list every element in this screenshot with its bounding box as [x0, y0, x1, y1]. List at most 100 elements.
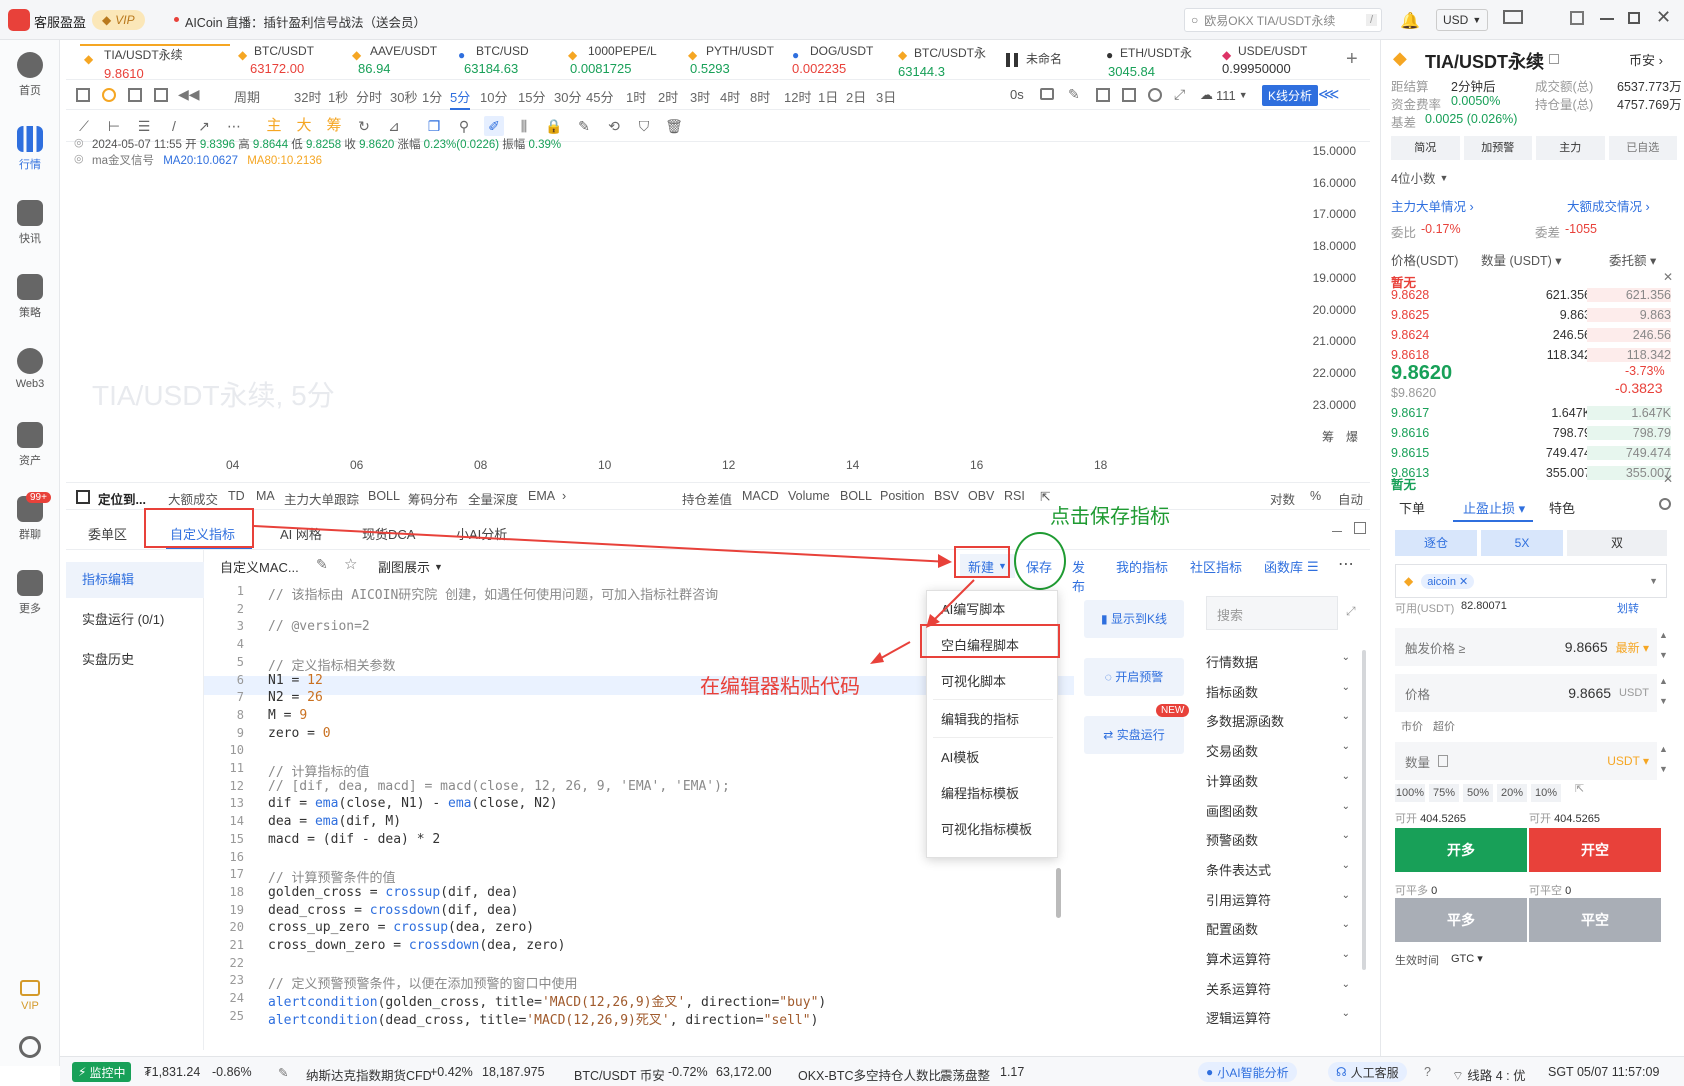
code-line[interactable]: // 计算指标的值 [268, 761, 369, 780]
tab-favorited[interactable]: 已自选 [1608, 136, 1677, 160]
draw-tool-big[interactable]: 大 [294, 116, 314, 136]
window-icon[interactable] [1096, 88, 1110, 102]
kline-chart[interactable]: ◎ 2024-05-07 11:55 开 9.8396 高 9.8644 低 9… [66, 137, 1370, 482]
tab-add-alert[interactable]: 加预警 [1463, 136, 1532, 160]
code-line[interactable]: macd = (dif - dea) * 2 [268, 832, 440, 847]
bid-price[interactable]: 9.8615 [1391, 446, 1429, 460]
customer-service-button[interactable]: ☊ 人工客服 [1328, 1062, 1407, 1082]
star-icon[interactable]: ☆ [344, 555, 357, 573]
edit-list-icon[interactable]: ✎ [574, 116, 594, 136]
layout-icon[interactable] [1570, 11, 1584, 25]
minimize-icon[interactable] [1600, 18, 1614, 20]
live-broadcast-link[interactable]: AICoin 直播：插针盈利信号战法（送会员） [185, 12, 426, 31]
dd-visual-template[interactable]: 可视化指标模板 [941, 819, 1032, 838]
pair-tab[interactable]: PYTH/USDT 0.5293 ◆ [676, 44, 776, 78]
timeframe-option[interactable]: 1秒 [328, 87, 348, 106]
app-name[interactable]: 客服盈盈 [34, 12, 86, 31]
ind-ema[interactable]: EMA [528, 489, 555, 503]
chart-type-icon[interactable] [76, 88, 90, 102]
locate-to[interactable]: 定位到... [98, 489, 146, 508]
code-line[interactable]: // 定义预警预警条件，以便在添加预警的窗口中使用 [268, 973, 577, 992]
ask-price[interactable]: 9.8628 [1391, 288, 1429, 302]
function-category[interactable]: 算术运算符 ⌄ [1206, 949, 1356, 968]
rename-icon[interactable]: ✎ [316, 556, 328, 573]
link-icon[interactable]: ⚲ [454, 116, 474, 136]
ind-main-order[interactable]: 主力大单跟踪 [284, 489, 359, 508]
function-category[interactable]: 多数据源函数 ⌄ [1206, 711, 1356, 730]
pair-tab[interactable]: BTC/USDT永 63144.3 ◆ [890, 44, 990, 79]
community-indicators-button[interactable]: 社区指标 [1190, 557, 1242, 576]
code-line[interactable]: M = 9 [268, 708, 307, 723]
sidebar-item-more[interactable]: 更多 [0, 570, 60, 616]
dd-ai-template[interactable]: AI模板 [941, 747, 979, 766]
open-long-button[interactable]: 开多 [1395, 828, 1527, 872]
bid-price[interactable]: 9.8617 [1391, 406, 1429, 420]
stepper-icon[interactable]: ▲ ▼ [1659, 676, 1668, 706]
code-line[interactable]: // @version=2 [268, 619, 370, 634]
draw-tool-chips[interactable]: 筹 [324, 116, 344, 136]
timeframe-option[interactable]: 45分 [586, 87, 613, 106]
calendar-icon[interactable] [76, 490, 90, 504]
dd-ai-script[interactable]: AI编写脚本 [941, 599, 1005, 618]
percent-button[interactable]: 50% [1463, 784, 1493, 802]
function-scrollbar[interactable] [1362, 650, 1366, 970]
limit-price-field[interactable]: 价格 9.8665 USDT [1395, 674, 1657, 712]
nasdaq-name[interactable]: 纳斯达克指数期货CFD [306, 1065, 432, 1084]
code-line[interactable]: dif = ema(close, N1) - ema(close, N2) [268, 796, 558, 811]
sidebar-item-chat[interactable]: 群聊 99+ [0, 492, 60, 542]
code-line[interactable]: golden_cross = crossup(dif, dea) [268, 885, 518, 900]
coupon-select[interactable]: ◆ aicoin ✕ ▼ [1395, 564, 1667, 598]
save-layout-icon[interactable] [1122, 88, 1136, 102]
close-short-button[interactable]: 平空 [1529, 898, 1661, 942]
pair-tab[interactable]: USDE/USDT 0.99950000 ◆ [1212, 44, 1332, 78]
rewind-icon[interactable]: ◀◀ [178, 86, 200, 103]
precision-select[interactable]: 4位小数 ▼ [1391, 168, 1448, 187]
ma-toggle-icon[interactable]: ◎ [74, 152, 84, 165]
sidebar-item-market[interactable]: 行情 [0, 126, 60, 172]
add-tab-button[interactable]: + [1346, 48, 1358, 71]
pen-icon[interactable]: ✎ [1068, 86, 1080, 103]
script-name[interactable]: 自定义MAC... [220, 557, 299, 576]
timeframe-option[interactable]: 30分 [554, 87, 581, 106]
copy-icon[interactable] [1549, 54, 1559, 64]
external-link-icon[interactable]: ⇱ [1040, 489, 1050, 504]
exchange-select[interactable]: 币安 › [1629, 50, 1663, 69]
stepper-icon[interactable]: ▲ ▼ [1659, 630, 1668, 660]
open-short-button[interactable]: 开空 [1529, 828, 1661, 872]
function-search-input[interactable]: 搜索 [1206, 596, 1338, 630]
code-line[interactable]: dead_cross = crossdown(dif, dea) [268, 903, 518, 918]
magnet-icon[interactable]: ⟲ [604, 116, 624, 136]
expand-panel-icon[interactable] [1354, 522, 1366, 534]
bell-icon[interactable]: 🔔 [1400, 11, 1420, 31]
filter-icon[interactable]: ⛉ [634, 116, 654, 136]
transfer-link[interactable]: 划转 [1617, 600, 1639, 616]
info-toggle-icon[interactable]: ◎ [74, 136, 84, 149]
timeframe-option[interactable]: 分时 [356, 87, 382, 106]
ind-bsv[interactable]: BSV [934, 489, 959, 503]
close-long-button[interactable]: 平多 [1395, 898, 1527, 942]
code-line[interactable]: N2 = 26 [268, 690, 323, 705]
percent-button[interactable]: 75% [1429, 784, 1459, 802]
gear-icon[interactable] [1148, 88, 1162, 102]
pair-tab[interactable]: 1000PEPE/L 0.0081725 ◆ [560, 44, 670, 78]
percent-button[interactable]: 100% [1395, 784, 1425, 802]
percent-button[interactable]: 20% [1497, 784, 1527, 802]
function-category[interactable]: 指标函数 ⌄ [1206, 682, 1356, 701]
ask-price[interactable]: 9.8618 [1391, 348, 1429, 362]
super-price-tag[interactable]: 超价 [1433, 718, 1455, 734]
search-input[interactable]: 欧易OKX TIA/USDT永续 [1204, 12, 1366, 29]
log-scale-toggle[interactable]: 对数 [1270, 489, 1295, 508]
lock-icon[interactable]: 🔒 [544, 116, 564, 136]
function-category[interactable]: 行情数据 ⌄ [1206, 652, 1356, 671]
currency-select[interactable]: USD ▼ [1436, 9, 1489, 31]
lock-icon[interactable] [1438, 755, 1449, 767]
timeframe-option[interactable]: 10分 [480, 87, 507, 106]
sidebar-item-vip[interactable]: VIP [0, 980, 60, 1012]
clock-icon[interactable] [102, 88, 116, 102]
ind-macd[interactable]: MACD [742, 489, 779, 503]
display-mode-select[interactable]: 副图展示 ▼ [378, 557, 443, 576]
dd-visual-script[interactable]: 可视化脚本 [941, 671, 1006, 690]
timeframe-option[interactable]: 30秒 [390, 87, 417, 106]
chevron-right-icon[interactable]: › [562, 489, 566, 503]
timeframe-option[interactable]: 2时 [658, 87, 678, 106]
